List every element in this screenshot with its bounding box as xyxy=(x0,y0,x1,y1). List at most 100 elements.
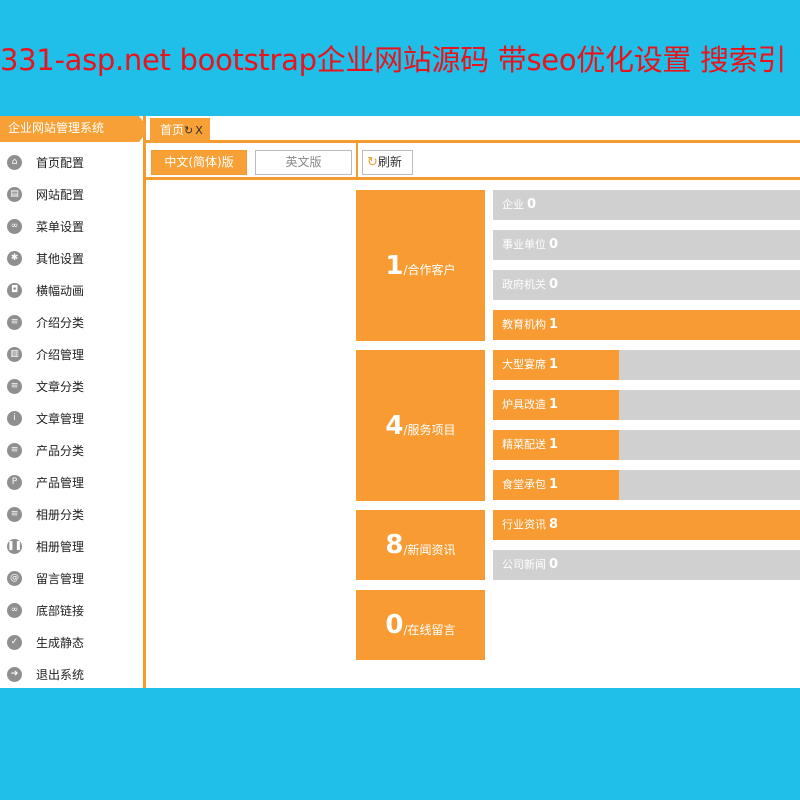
stat-number: 4 xyxy=(385,410,404,441)
sidebar-item[interactable]: ∞ 菜单设置 xyxy=(0,210,143,242)
stat-label: /服务项目 xyxy=(403,423,456,437)
stat-bar-label: 政府机关 xyxy=(502,278,546,291)
sidebar-item-label: 相册管理 xyxy=(36,539,85,554)
stat-number: 8 xyxy=(385,530,404,560)
article-icon: ⅰ xyxy=(7,410,22,426)
sidebar-item[interactable]: ≡ 产品分类 xyxy=(0,434,143,466)
sidebar-item-label: 产品分类 xyxy=(36,443,85,458)
stat-bar[interactable]: 精菜配送 1 xyxy=(493,430,800,460)
sidebar-item[interactable]: ◘ 横幅动画 xyxy=(0,274,143,306)
sidebar-item[interactable]: ≡ 文章分类 xyxy=(0,370,143,402)
exit-arrow-icon: ➜ xyxy=(7,666,22,682)
stat-bar-text: 食堂承包 1 xyxy=(502,470,558,500)
stat-bar-label: 教育机构 xyxy=(502,318,546,331)
stat-bar-value: 8 xyxy=(549,517,559,532)
stat-bar-label: 公司新闻 xyxy=(502,558,546,571)
sidebar-item[interactable]: @ 留言管理 xyxy=(0,562,143,594)
sidebar-item[interactable]: ➜ 退出系统 xyxy=(0,658,143,688)
at-icon: @ xyxy=(7,570,22,586)
dashboard-content: 1/合作客户 4/服务项目 8/新闻资讯 0/在线留言 企业 0 事业单位 0 政府机关… xyxy=(146,183,800,688)
stat-bar-text: 行业资讯 8 xyxy=(502,510,558,540)
lang-chinese-button[interactable]: 中文(简体)版 xyxy=(151,150,247,175)
list-icon: ≡ xyxy=(7,442,22,458)
stat-bar-label: 企业 xyxy=(502,198,524,211)
stat-bar[interactable]: 事业单位 0 xyxy=(493,230,800,260)
sidebar-item[interactable]: ✓ 生成静态 xyxy=(0,626,143,658)
stat-bar[interactable]: 食堂承包 1 xyxy=(493,470,800,500)
window-icon: ▤ xyxy=(7,186,22,202)
sidebar-item[interactable]: ✱ 其他设置 xyxy=(0,242,143,274)
stat-box-services[interactable]: 4/服务项目 xyxy=(356,350,485,501)
tab-home-label: 首页 xyxy=(160,123,185,137)
sidebar-item[interactable]: P 产品管理 xyxy=(0,466,143,498)
list-icon: ≡ xyxy=(7,506,22,522)
stat-bar[interactable]: 教育机构 1 xyxy=(493,310,800,340)
sidebar-item-label: 介绍分类 xyxy=(36,315,85,330)
toolbar: 中文(简体)版 英文版 ↻刷新 xyxy=(146,143,800,180)
sidebar-item[interactable]: ⌂ 首页配置 xyxy=(0,146,143,178)
stat-bar-value: 0 xyxy=(549,277,559,292)
refresh-icon[interactable]: ↻ xyxy=(184,124,193,137)
stat-bar-value: 0 xyxy=(549,557,559,572)
tab-bar: 首页↻ X xyxy=(146,116,800,143)
stat-bar-value: 1 xyxy=(549,437,559,452)
stat-bar-value: 1 xyxy=(549,357,559,372)
stat-label: /合作客户 xyxy=(403,263,456,277)
sidebar-item[interactable]: ⅰ 文章管理 xyxy=(0,402,143,434)
sidebar-item-label: 产品管理 xyxy=(36,475,85,490)
link-icon: ∞ xyxy=(7,602,22,618)
stat-bar[interactable]: 大型宴席 1 xyxy=(493,350,800,380)
sidebar-menu: ⌂ 首页配置 ▤ 网站配置 ∞ 菜单设置 ✱ 其他设置 ◘ 横幅动画 ≡ 介绍分类 ▥ 介绍管理 ≡ 文章分类… xyxy=(0,146,143,688)
sidebar-item[interactable]: ≡ 相册分类 xyxy=(0,498,143,530)
stat-box-clients[interactable]: 1/合作客户 xyxy=(356,190,485,341)
stat-bar-label: 精菜配送 xyxy=(502,438,546,451)
sidebar-title: 企业网站管理系统 xyxy=(0,116,149,142)
product-icon: P xyxy=(7,474,22,490)
sidebar-item-label: 退出系统 xyxy=(36,667,85,682)
stat-bar[interactable]: 炉具改造 1 xyxy=(493,390,800,420)
sidebar-item[interactable]: ❚❚ 相册管理 xyxy=(0,530,143,562)
stat-bar-value: 1 xyxy=(549,397,559,412)
banner-title: 331-asp.net bootstrap企业网站源码 带seo优化设置 搜索引 xyxy=(0,43,787,77)
sidebar-item-label: 相册分类 xyxy=(36,507,85,522)
stat-bar[interactable]: 政府机关 0 xyxy=(493,270,800,300)
sidebar-item[interactable]: ▤ 网站配置 xyxy=(0,178,143,210)
sidebar-item[interactable]: ≡ 介绍分类 xyxy=(0,306,143,338)
sidebar-item-label: 文章管理 xyxy=(36,411,85,426)
refresh-icon: ↻ xyxy=(367,155,378,170)
stat-label: /在线留言 xyxy=(403,622,456,637)
lang-english-button[interactable]: 英文版 xyxy=(255,150,352,175)
gear-icon: ✱ xyxy=(7,250,22,266)
stat-bar[interactable]: 企业 0 xyxy=(493,190,800,220)
sidebar-item[interactable]: ∞ 底部链接 xyxy=(0,594,143,626)
stat-bar-text: 精菜配送 1 xyxy=(502,430,558,460)
document-icon: ▥ xyxy=(7,346,22,362)
stat-bar-text: 政府机关 0 xyxy=(502,270,558,300)
sidebar-item-label: 横幅动画 xyxy=(36,283,85,298)
sidebar-item-label: 文章分类 xyxy=(36,379,85,394)
sidebar-item-label: 网站配置 xyxy=(36,187,85,202)
stat-bar[interactable]: 公司新闻 0 xyxy=(493,550,800,580)
stat-bar-text: 炉具改造 1 xyxy=(502,390,558,420)
admin-window: 企业网站管理系统 ⌂ 首页配置 ▤ 网站配置 ∞ 菜单设置 ✱ 其他设置 ◘ 横幅动画 ≡ 介绍分类 ▥… xyxy=(0,116,800,688)
toolbar-divider xyxy=(356,143,358,180)
stat-bar-label: 食堂承包 xyxy=(502,478,546,491)
sidebar-item[interactable]: ▥ 介绍管理 xyxy=(0,338,143,370)
check-icon: ✓ xyxy=(7,634,22,650)
stat-bar-value: 1 xyxy=(549,317,559,332)
tab-home[interactable]: 首页↻ X xyxy=(150,118,210,143)
stat-box-messages[interactable]: 0/在线留言 xyxy=(356,590,485,660)
stat-bar-value: 1 xyxy=(549,477,559,492)
stat-number: 1 xyxy=(385,250,404,281)
stat-bar-text: 事业单位 0 xyxy=(502,230,558,260)
refresh-button[interactable]: ↻刷新 xyxy=(362,150,413,175)
stat-bar-value: 0 xyxy=(549,237,559,252)
stat-bar[interactable]: 行业资讯 8 xyxy=(493,510,800,540)
list-icon: ≡ xyxy=(7,314,22,330)
close-icon[interactable]: X xyxy=(195,124,203,137)
album-icon: ❚❚ xyxy=(7,538,22,554)
stat-number: 0 xyxy=(385,610,404,640)
stat-bar-text: 大型宴席 1 xyxy=(502,350,558,380)
sidebar-item-label: 留言管理 xyxy=(36,571,85,586)
stat-box-news[interactable]: 8/新闻资讯 xyxy=(356,510,485,580)
